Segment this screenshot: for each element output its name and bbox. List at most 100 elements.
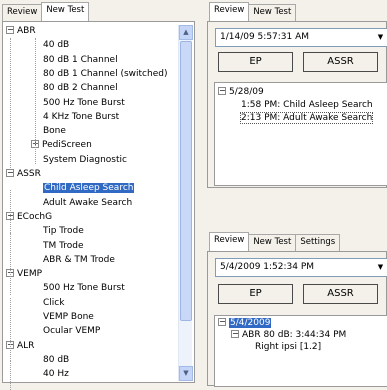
tab-new-test[interactable]: New Test [41,2,90,21]
tree-node[interactable]: Adult Awake Search [43,198,132,209]
scroll-down-icon[interactable]: ▼ [179,366,193,381]
tree-node[interactable]: Tip Trode [43,226,84,237]
tree-node-label: ABR [17,26,36,36]
tree-node[interactable]: − ABR [6,26,36,37]
combo-value: 5/4/2009 1:52:34 PM [220,262,315,272]
bottom-right-tree-panel: −5/4/2009− ABR 80 dB: 3:44:34 PM Right ips… [214,315,387,387]
session-date-combo[interactable]: 1/14/09 5:57:31 AM ▼ [215,28,387,47]
tab-new-test[interactable]: New Test [248,4,297,21]
tree-node[interactable]: System Diagnostic [43,155,127,166]
tab-new-test[interactable]: New Test [248,234,297,251]
tree-node-label: 80 dB [43,354,70,365]
assr-button[interactable]: ASSR [303,52,378,72]
dropdown-arrow-icon[interactable]: ▼ [374,261,387,274]
combo-value: 1/14/09 5:57:31 AM [220,32,310,42]
tree-node[interactable]: ABR & TM Trode [43,255,115,266]
tree-node[interactable]: − VEMP [6,269,42,280]
tree-node-label: 5/4/2009 [229,318,272,328]
tree-node-label: ASSR [17,169,41,179]
tree-guide-line [10,298,11,359]
tree-node-label: Right ipsi [1.2] [255,342,322,352]
assr-button[interactable]: ASSR [303,284,378,304]
session-tree: −5/4/2009− ABR 80 dB: 3:44:34 PM Right ips… [215,316,387,386]
tree-node-label: System Diagnostic [43,154,127,165]
tree-node-label: 80 dB 1 Channel [43,54,118,65]
tree-node[interactable]: 40 dB [43,40,69,51]
tree-node-label: Child Asleep Search [43,183,135,194]
tree-node-label: ABR & TM Trode [43,254,115,265]
tree-guide-line [10,190,11,237]
tree-node[interactable]: VEMP Bone [43,312,94,323]
tab-review[interactable]: Review [2,4,43,21]
tree-node[interactable]: − ASSR [6,169,41,180]
tree-node-label: Adult Awake Search [43,197,133,208]
tree-node-label: 80 dB 1 Channel (switched) [43,68,168,79]
tree-node-label: 500 Hz Tone Burst [43,97,125,108]
tree-node[interactable]: Click [43,298,64,309]
left-tree-panel: − ABR 40 dB 80 dB 1 Channel 80 dB 1 Channel … [2,21,195,390]
scroll-up-icon[interactable]: ▲ [179,25,193,40]
tree-node-label: Click [43,297,65,308]
tree-guide-line [10,38,11,168]
tree-node-label: ECochG [17,211,53,222]
tree-node[interactable]: − ECochG [6,211,53,223]
tree-node-label: ABR 80 dB: 3:44:34 PM [242,330,347,340]
tree-node[interactable]: 4 KHz Tone Burst [43,112,119,123]
tree-node-label: PediScreen [42,140,92,151]
top-right-panel: 1/14/09 5:57:31 AM ▼ EP ASSR −5/28/09 1:5… [207,21,387,188]
tree-node[interactable]: − ABR 80 dB: 3:44:34 PM [231,330,346,341]
tab-review[interactable]: Review [209,232,250,251]
scroll-thumb[interactable] [180,41,192,321]
tree-node[interactable]: 80 dB [43,355,69,366]
tree-node-label: 80 dB 2 Channel [43,83,118,94]
ep-button[interactable]: EP [218,284,293,304]
bottom-right-tab-strip: Review New Test Settings [209,232,341,251]
tree-node[interactable]: TM Trode [43,241,84,252]
tree-node-label: 40 Hz [43,369,69,380]
collapse-icon[interactable]: − [231,330,239,338]
tree-node-label: 5/28/09 [229,87,264,97]
tree-node[interactable]: 500 Hz Tone Burst [43,98,125,109]
tree-node[interactable]: Bone [43,126,66,137]
collapse-icon[interactable]: − [218,318,226,326]
tree-node[interactable]: 2:13 PM: Adult Awake Search [239,112,374,124]
tab-review[interactable]: Review [209,2,250,21]
tree-node-label: 1:58 PM: Child Asleep Search [241,100,373,110]
tree-node-label: ALR [17,340,35,351]
tree-node[interactable]: 1:58 PM: Child Asleep Search [241,100,373,111]
tree-node-label: VEMP Bone [43,312,94,322]
tree-node[interactable]: Ocular VEMP [43,326,100,337]
tree-node-label: 2:13 PM: Adult Awake Search [239,112,374,124]
left-tab-strip: Review New Test [2,2,90,21]
bottom-right-panel: 5/4/2009 1:52:34 PM ▼ EP ASSR −5/4/2009−… [207,251,387,387]
left-scrollbar[interactable]: ▲ ▼ [178,25,193,381]
tree-node-label: 40 dB [43,40,70,51]
tree-node[interactable]: −5/28/09 [218,87,264,98]
collapse-icon[interactable]: − [6,169,14,177]
tree-node[interactable]: 500 Hz Tone Burst [43,283,125,294]
ep-button[interactable]: EP [218,52,293,72]
tree-node[interactable]: 40 Hz [43,369,69,380]
tree-node-label: Ocular VEMP [43,326,101,337]
tree-node[interactable]: Right ipsi [1.2] [255,342,321,353]
tree-node-label: VEMP [17,269,43,280]
tree-node-label: 500 Hz Tone Burst [43,283,125,294]
top-right-tab-strip: Review New Test [209,2,297,21]
dropdown-arrow-icon[interactable]: ▼ [374,31,387,44]
tree-node-label: TM Trode [43,240,84,251]
tree-node[interactable]: 80 dB 1 Channel (switched) [43,69,167,80]
session-tree: −5/28/09 1:58 PM: Child Asleep Search 2:13… [215,83,387,185]
session-date-combo[interactable]: 5/4/2009 1:52:34 PM ▼ [215,258,387,277]
tree-node[interactable]: + PediScreen [31,140,92,151]
tree-node[interactable]: 80 dB 1 Channel [43,55,118,66]
tree-guide-line [35,38,36,164]
tree-node[interactable]: −5/4/2009 [218,318,272,329]
tree-node[interactable]: 80 dB 2 Channel [43,83,118,94]
collapse-icon[interactable]: − [218,87,226,95]
tree-node-label: Tip Trode [43,226,84,237]
tree-node-label: Bone [43,126,66,137]
tree-node[interactable]: Child Asleep Search [43,183,135,194]
tab-settings[interactable]: Settings [295,234,341,251]
top-right-tree-panel: −5/28/09 1:58 PM: Child Asleep Search 2:13… [214,82,387,186]
collapse-icon[interactable]: − [6,26,14,34]
